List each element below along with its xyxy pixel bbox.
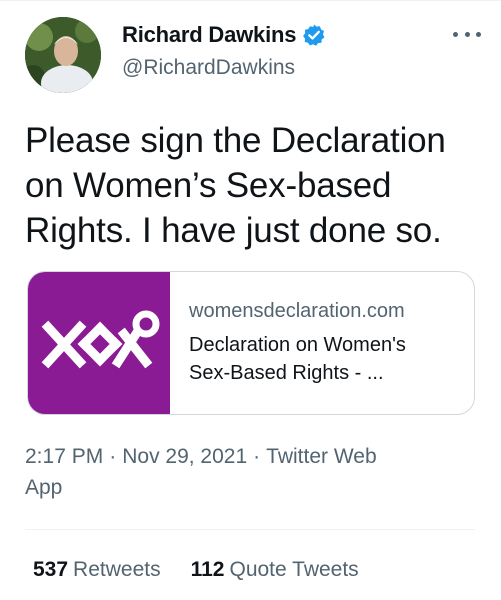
card-thumbnail bbox=[28, 272, 170, 414]
card-title-line: Declaration on Women's bbox=[189, 334, 406, 356]
womens-declaration-logo-icon bbox=[41, 310, 160, 369]
card-title-line: Sex-Based Rights - ... bbox=[189, 362, 384, 384]
tweet-source-continued[interactable]: App bbox=[25, 476, 62, 499]
retweets-label: Retweets bbox=[73, 558, 161, 581]
avatar[interactable] bbox=[25, 17, 101, 93]
tweet-time[interactable]: 2:17 PM bbox=[25, 445, 103, 468]
link-preview-card[interactable]: womensdeclaration.com Declaration on Wom… bbox=[27, 271, 475, 415]
card-title: Declaration on Women's Sex-Based Rights … bbox=[189, 331, 406, 387]
more-options-icon[interactable] bbox=[453, 27, 481, 41]
tweet-text: Please sign the Declaration on Women’s S… bbox=[25, 118, 485, 253]
separator: · bbox=[109, 445, 117, 468]
tweet-date[interactable]: Nov 29, 2021 bbox=[122, 445, 247, 468]
author-display-name[interactable]: Richard Dawkins bbox=[122, 22, 296, 48]
tweet-source[interactable]: Twitter Web bbox=[266, 445, 376, 468]
retweets-stat[interactable]: 537 Retweets bbox=[33, 558, 161, 582]
tweet-text-line: Please sign the Declaration bbox=[25, 121, 446, 160]
avatar-photo bbox=[25, 17, 101, 93]
tweet-text-line: Rights. I have just done so. bbox=[25, 211, 442, 250]
engagement-stats: 537 Retweets 112 Quote Tweets bbox=[33, 558, 389, 582]
tweet-header: Richard Dawkins @RichardDawkins bbox=[25, 15, 485, 95]
tweet-metadata: 2:17 PM · Nov 29, 2021 · Twitter Web App bbox=[25, 441, 465, 503]
card-domain: womensdeclaration.com bbox=[189, 300, 405, 322]
quote-tweets-stat[interactable]: 112 Quote Tweets bbox=[191, 558, 359, 582]
author-handle[interactable]: @RichardDawkins bbox=[122, 56, 295, 80]
quote-tweets-label: Quote Tweets bbox=[229, 558, 359, 581]
tweet-text-line: on Women’s Sex-based bbox=[25, 166, 392, 205]
quote-tweets-count: 112 bbox=[190, 558, 225, 581]
divider bbox=[25, 529, 475, 530]
top-divider bbox=[0, 0, 501, 1]
verified-badge-icon bbox=[302, 23, 326, 47]
retweets-count: 537 bbox=[33, 558, 69, 581]
separator: · bbox=[253, 445, 261, 468]
